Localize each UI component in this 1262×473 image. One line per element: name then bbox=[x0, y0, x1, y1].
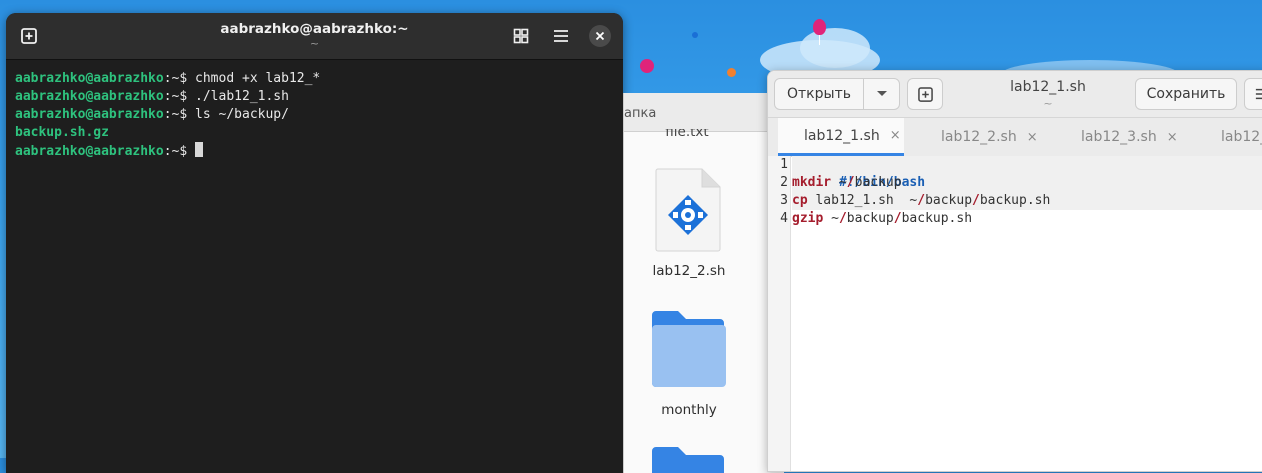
code-operator: / bbox=[893, 211, 902, 226]
editor-tabbar: lab12_1.sh × lab12_2.sh × lab12_3.sh × l… bbox=[768, 118, 1262, 157]
new-document-button[interactable] bbox=[907, 78, 943, 110]
terminal-cursor bbox=[195, 142, 204, 157]
files-window[interactable]: апка file.txt lab12_2.sh monthly bbox=[623, 93, 784, 473]
tab-overview-button[interactable] bbox=[510, 25, 532, 47]
line-number: 3 bbox=[780, 193, 788, 208]
prompt-sep: :~$ bbox=[163, 71, 196, 86]
close-window-button[interactable] bbox=[589, 25, 611, 47]
prompt-user: aabrazhko@aabrazhko bbox=[15, 71, 164, 86]
prompt-user: aabrazhko@aabrazhko bbox=[15, 144, 164, 159]
files-headerbar: апка bbox=[624, 93, 784, 132]
tab-label: lab12_ bbox=[1221, 129, 1262, 145]
editor-headerbar: Открыть lab12_1.sh ~ Сохранить bbox=[768, 71, 1262, 118]
main-menu-button[interactable] bbox=[550, 25, 572, 47]
open-button[interactable]: Открыть bbox=[774, 78, 864, 110]
terminal-window[interactable]: aabrazhko@aabrazhko:~ ~ aabrazhko@aabraz… bbox=[6, 13, 623, 473]
tab-close-icon[interactable]: × bbox=[1167, 130, 1178, 145]
tab-label: lab12_2.sh bbox=[941, 129, 1017, 145]
tab-lab12-partial[interactable]: lab12_ bbox=[1195, 118, 1262, 156]
line-number: 2 bbox=[780, 175, 788, 190]
hamburger-menu-icon bbox=[554, 30, 568, 42]
document-path: ~ bbox=[1043, 97, 1053, 110]
code-operator: / bbox=[917, 193, 926, 208]
tab-label: lab12_1.sh bbox=[804, 127, 880, 144]
code-operator: / bbox=[972, 193, 980, 208]
terminal-line: aabrazhko@aabrazhko:~$ bbox=[15, 142, 614, 161]
code-text: ~ bbox=[831, 175, 847, 190]
terminal-line: backup.sh.gz bbox=[15, 124, 614, 142]
prompt-sep: :~$ bbox=[163, 144, 196, 159]
terminal-line: aabrazhko@aabrazhko:~$ ./lab12_1.sh bbox=[15, 88, 614, 106]
command-text: ./lab12_1.sh bbox=[195, 89, 289, 104]
terminal-headerbar: aabrazhko@aabrazhko:~ ~ bbox=[6, 13, 623, 60]
folder-name: monthly bbox=[661, 402, 717, 418]
code-line: mkdir ~/backup bbox=[792, 174, 1262, 192]
script-file-icon bbox=[655, 168, 721, 252]
code-text: backup.sh bbox=[901, 211, 973, 226]
code-text: backup bbox=[854, 175, 902, 190]
tab-close-icon[interactable]: × bbox=[890, 128, 901, 143]
main-menu-button[interactable] bbox=[1244, 78, 1262, 110]
terminal-output[interactable]: aabrazhko@aabrazhko:~$ chmod +x lab12_* a… bbox=[6, 60, 623, 171]
terminal-line: aabrazhko@aabrazhko:~$ chmod +x lab12_* bbox=[15, 70, 614, 88]
text-editor-window[interactable]: Открыть lab12_1.sh ~ Сохранить lab12_1.s… bbox=[767, 70, 1262, 472]
tab-lab12-3[interactable]: lab12_3.sh × bbox=[1055, 118, 1207, 156]
code-line: gzip ~/backup/backup.sh bbox=[792, 210, 1262, 228]
prompt-user: aabrazhko@aabrazhko bbox=[15, 107, 164, 122]
new-tab-icon bbox=[917, 86, 933, 102]
code-text: backup.sh bbox=[979, 193, 1051, 208]
code-editor[interactable]: 1 2 3 4 #!/bin/bash mkdir ~/backup cp la… bbox=[768, 156, 1262, 471]
command-text: chmod +x lab12_* bbox=[195, 71, 321, 86]
prompt-sep: :~$ bbox=[163, 107, 196, 122]
grid-icon bbox=[513, 28, 529, 44]
code-text: ~ bbox=[823, 211, 839, 226]
code-keyword: mkdir bbox=[792, 175, 832, 190]
save-button-label: Сохранить bbox=[1146, 86, 1226, 102]
code-line: cp lab12_1.sh ~/backup/backup.sh bbox=[792, 192, 1262, 210]
files-title: апка bbox=[624, 106, 657, 121]
line-number: 1 bbox=[780, 157, 788, 172]
file-item-lab12-2[interactable]: lab12_2.sh bbox=[624, 163, 754, 283]
open-button-label: Открыть bbox=[787, 86, 851, 102]
folder-item-monthly[interactable]: monthly bbox=[624, 305, 754, 425]
terminal-line: aabrazhko@aabrazhko:~$ ls ~/backup/ bbox=[15, 106, 614, 124]
code-keyword: gzip bbox=[792, 211, 824, 226]
code-operator: / bbox=[838, 211, 847, 226]
hamburger-menu-icon bbox=[1255, 88, 1262, 100]
folder-icon bbox=[652, 311, 726, 387]
folder-icon[interactable] bbox=[648, 443, 728, 473]
command-output: backup.sh.gz bbox=[15, 125, 109, 140]
code-operator: / bbox=[846, 175, 855, 190]
save-button[interactable]: Сохранить bbox=[1135, 78, 1237, 110]
prompt-user: aabrazhko@aabrazhko bbox=[15, 89, 164, 104]
line-number: 4 bbox=[780, 211, 788, 226]
open-dropdown-button[interactable] bbox=[864, 78, 900, 110]
tab-label: lab12_3.sh bbox=[1081, 129, 1157, 145]
code-text: backup bbox=[846, 211, 894, 226]
code-keyword: cp bbox=[792, 193, 808, 208]
file-label-partial[interactable]: file.txt bbox=[622, 129, 752, 141]
chevron-down-icon bbox=[876, 91, 887, 96]
tab-lab12-2[interactable]: lab12_2.sh × bbox=[915, 118, 1067, 156]
code-text: lab12_1.sh ~ bbox=[807, 193, 918, 208]
command-text: ls ~/backup/ bbox=[195, 107, 289, 122]
tab-lab12-1[interactable]: lab12_1.sh × bbox=[778, 118, 904, 156]
document-title: lab12_1.sh bbox=[1010, 79, 1086, 95]
code-text: backup bbox=[925, 193, 973, 208]
close-icon bbox=[595, 31, 605, 41]
prompt-sep: :~$ bbox=[163, 89, 196, 104]
file-name: lab12_2.sh bbox=[652, 263, 726, 279]
tab-close-icon[interactable]: × bbox=[1027, 130, 1038, 145]
